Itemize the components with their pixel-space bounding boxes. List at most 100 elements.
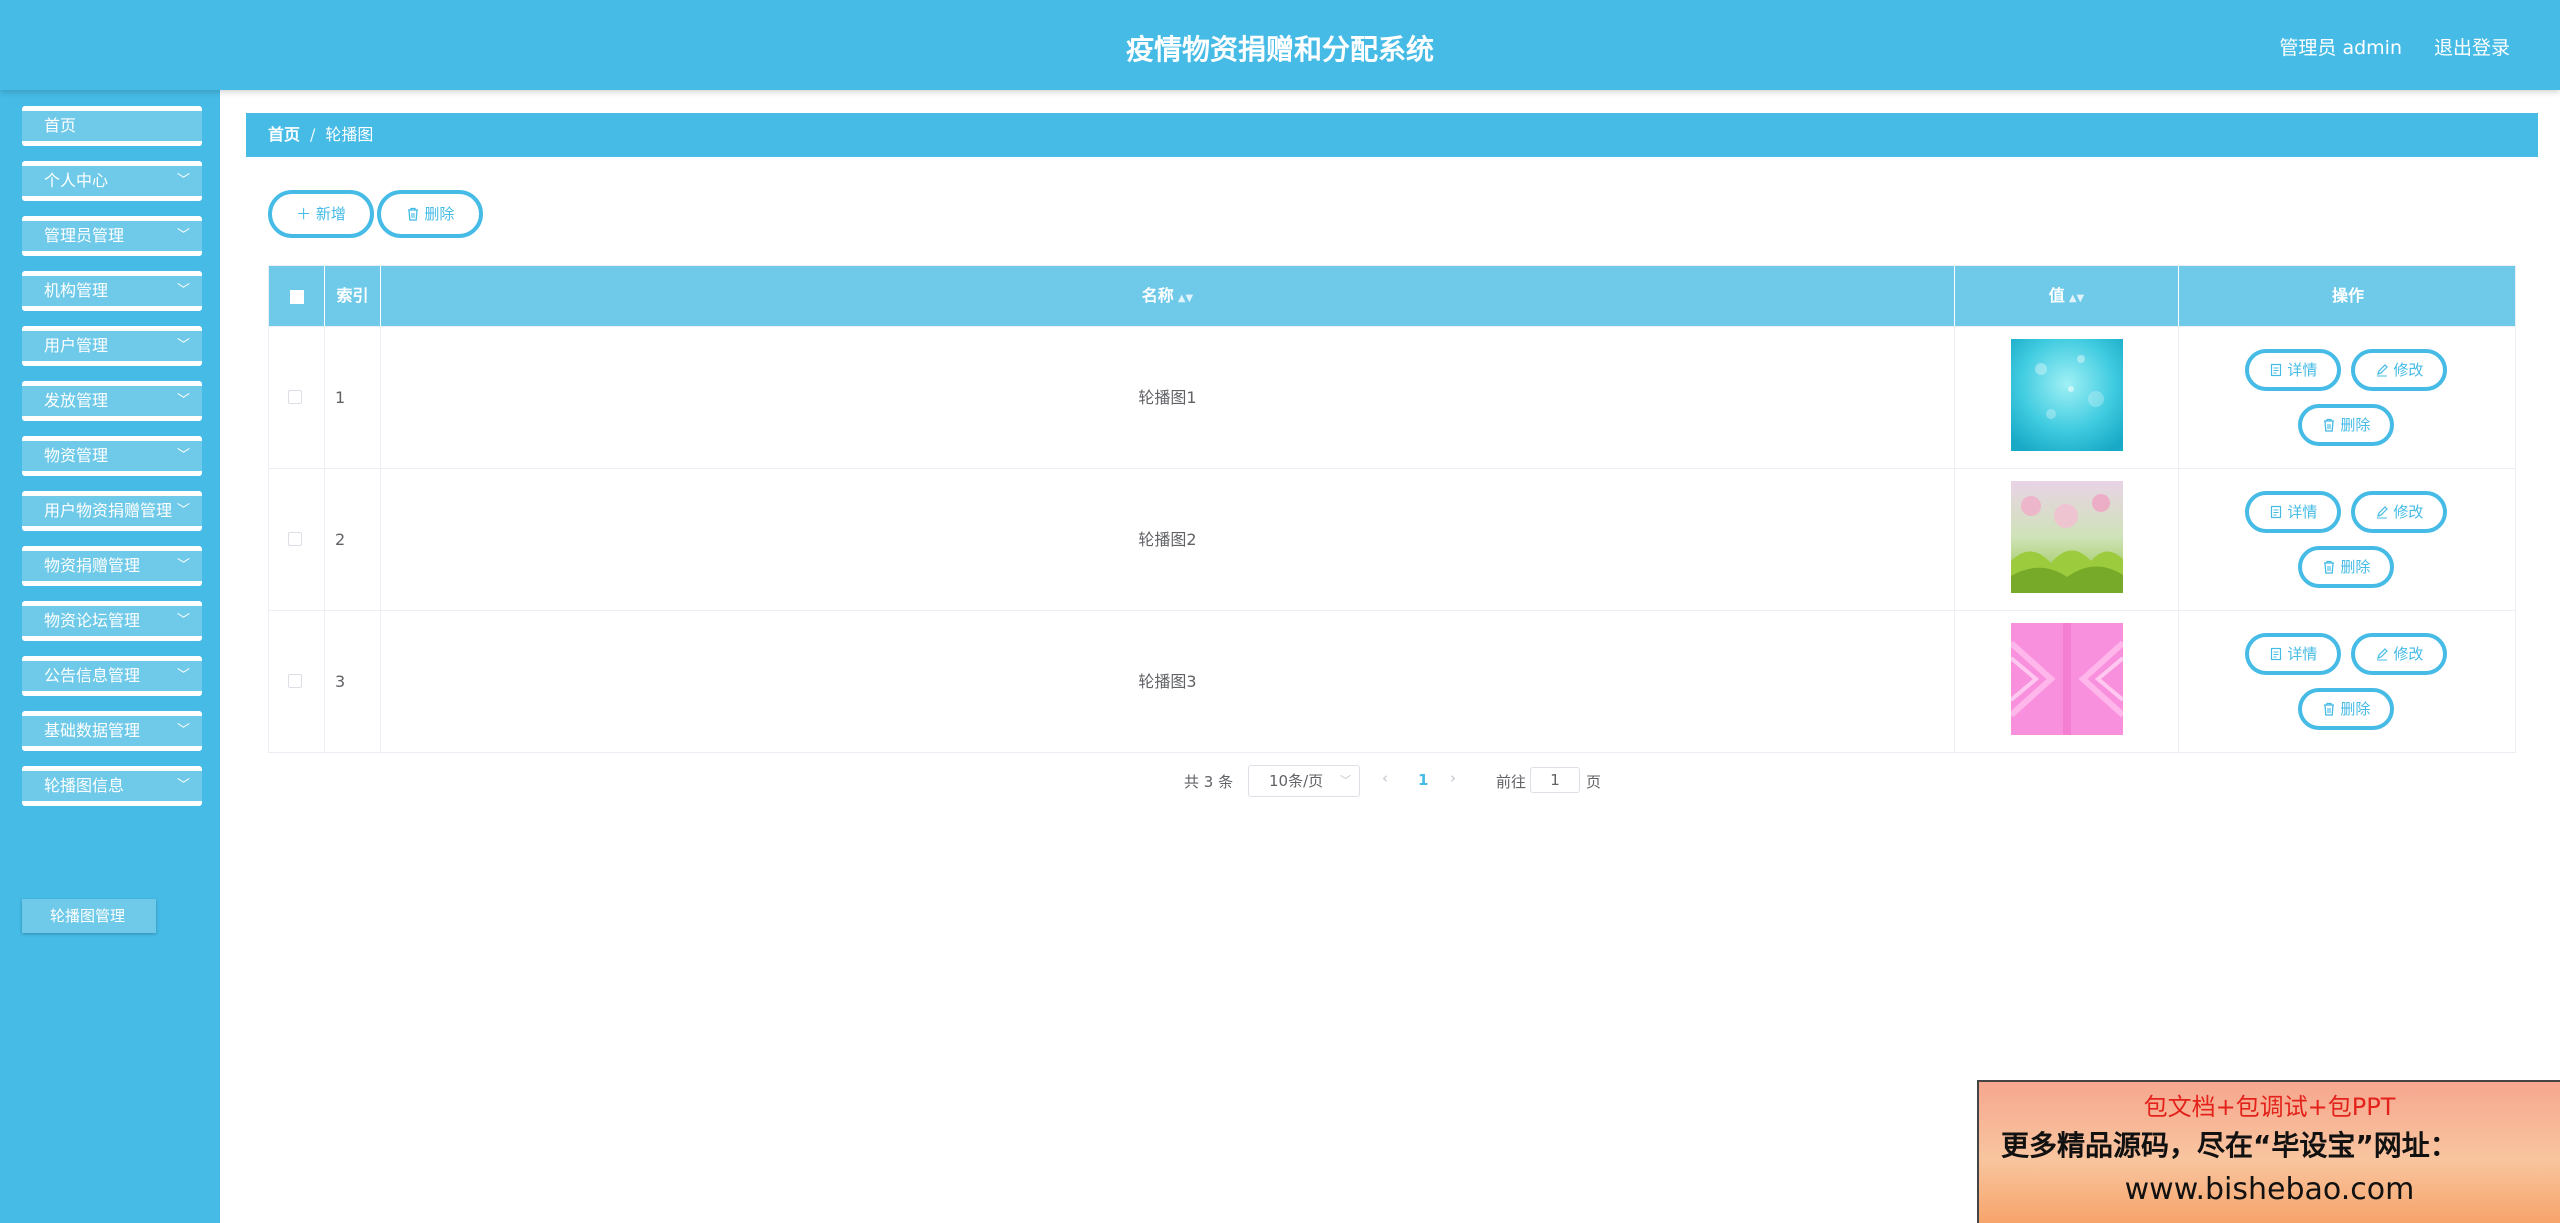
- detail-button-label: 详情: [2287, 645, 2318, 663]
- table-header: 索引 名称 ▲▼ 值 ▲▼ 操作: [269, 266, 2515, 326]
- sidebar-item-forum-management[interactable]: 物资论坛管理 ﹀: [22, 601, 202, 641]
- row-name: 轮播图3: [381, 611, 1955, 753]
- breadcrumb-separator: /: [310, 125, 316, 144]
- sidebar-item-label: 个人中心: [44, 171, 109, 190]
- breadcrumb-home[interactable]: 首页: [268, 125, 300, 144]
- delete-button-label: 删除: [2340, 558, 2371, 576]
- edit-button[interactable]: 修改: [2351, 491, 2447, 533]
- select-all-checkbox[interactable]: [289, 289, 304, 304]
- sidebar-item-personal-center[interactable]: 个人中心 ﹀: [22, 161, 202, 201]
- delete-button-label: 删除: [2340, 700, 2371, 718]
- chevron-down-icon: ﹀: [176, 173, 190, 188]
- sidebar-item-label: 用户物资捐赠管理: [44, 501, 173, 520]
- column-header-value[interactable]: 值 ▲▼: [1955, 266, 2179, 326]
- sidebar-item-label: 物资管理: [44, 446, 109, 465]
- sidebar-item-label: 发放管理: [44, 391, 109, 410]
- carousel-image-thumbnail[interactable]: [2011, 481, 2123, 593]
- page-number[interactable]: 1: [1418, 771, 1428, 789]
- row-actions: 详情 修改 删除: [2179, 327, 2517, 469]
- trash-icon: [406, 205, 425, 223]
- sidebar-item-label: 物资捐赠管理: [44, 556, 141, 575]
- sort-icon[interactable]: ▲▼: [2069, 293, 2084, 304]
- sidebar-item-label: 基础数据管理: [44, 721, 141, 740]
- chevron-down-icon: ﹀: [176, 283, 190, 298]
- detail-button-label: 详情: [2287, 361, 2318, 379]
- sidebar-item-notice-management[interactable]: 公告信息管理 ﹀: [22, 656, 202, 696]
- detail-button[interactable]: 详情: [2245, 349, 2341, 391]
- sidebar-item-org-management[interactable]: 机构管理 ﹀: [22, 271, 202, 311]
- document-icon: [2269, 503, 2283, 521]
- document-icon: [2269, 361, 2283, 379]
- detail-button[interactable]: 详情: [2245, 491, 2341, 533]
- edit-button-label: 修改: [2393, 503, 2424, 521]
- select-all-cell: [269, 266, 325, 326]
- row-select-cell: [269, 327, 325, 469]
- sidebar-item-user-management[interactable]: 用户管理 ﹀: [22, 326, 202, 366]
- detail-button-label: 详情: [2287, 503, 2318, 521]
- chevron-down-icon: ﹀: [176, 338, 190, 353]
- pagination: 共 3 条 10条/页 ﹀ ‹ 1 › 前往 页: [0, 765, 2560, 797]
- batch-delete-button[interactable]: 删除: [377, 190, 483, 238]
- delete-button-label: 删除: [2340, 416, 2371, 434]
- delete-button[interactable]: 删除: [2298, 688, 2394, 730]
- add-button-label: 新增: [315, 205, 346, 223]
- row-checkbox[interactable]: [288, 674, 302, 688]
- batch-delete-label: 删除: [424, 205, 455, 223]
- add-button[interactable]: ＋ 新增: [268, 190, 374, 238]
- row-actions: 详情 修改 删除: [2179, 469, 2517, 611]
- chevron-down-icon: ﹀: [176, 723, 190, 738]
- row-checkbox[interactable]: [288, 532, 302, 546]
- row-index: 2: [325, 469, 381, 611]
- sidebar: 首页 个人中心 ﹀ 管理员管理 ﹀ 机构管理 ﹀ 用户管理 ﹀ 发放管理 ﹀ 物资管理 ﹀ 用户物资捐赠管…: [0, 90, 220, 1223]
- carousel-image-thumbnail[interactable]: [2011, 339, 2123, 451]
- carousel-image-thumbnail[interactable]: [2011, 623, 2123, 735]
- sidebar-item-distribution-management[interactable]: 发放管理 ﹀: [22, 381, 202, 421]
- plus-icon: ＋: [296, 205, 312, 223]
- sidebar-item-base-data-management[interactable]: 基础数据管理 ﹀: [22, 711, 202, 751]
- sidebar-item-admin-management[interactable]: 管理员管理 ﹀: [22, 216, 202, 256]
- sidebar-item-label: 机构管理: [44, 281, 109, 300]
- current-user-label: 管理员 admin: [2279, 37, 2402, 59]
- promo-line-2: 更多精品源码，尽在“毕设宝”网址：: [2001, 1129, 2458, 1162]
- row-checkbox[interactable]: [288, 390, 302, 404]
- logout-link[interactable]: 退出登录: [2434, 33, 2510, 60]
- goto-page-input[interactable]: [1530, 767, 1580, 793]
- next-page-icon[interactable]: ›: [1450, 769, 1456, 787]
- row-name: 轮播图2: [381, 469, 1955, 611]
- sidebar-item-supplies-management[interactable]: 物资管理 ﹀: [22, 436, 202, 476]
- column-header-actions: 操作: [2331, 286, 2364, 305]
- detail-button[interactable]: 详情: [2245, 633, 2341, 675]
- row-value-cell: [1955, 327, 2179, 469]
- trash-icon: [2322, 700, 2336, 718]
- sidebar-item-home[interactable]: 首页: [22, 106, 202, 146]
- column-header-value-label: 值: [2048, 286, 2065, 305]
- row-index: 1: [325, 327, 381, 469]
- edit-icon: [2375, 503, 2389, 521]
- trash-icon: [2322, 558, 2336, 576]
- prev-page-icon[interactable]: ‹: [1382, 769, 1388, 787]
- page-size-select[interactable]: 10条/页 ﹀: [1248, 765, 1360, 797]
- edit-button[interactable]: 修改: [2351, 633, 2447, 675]
- promo-line-1: 包文档+包调试+包PPT: [2143, 1093, 2396, 1121]
- submenu-item-carousel-management[interactable]: 轮播图管理: [22, 899, 156, 933]
- chevron-down-icon: ﹀: [176, 503, 190, 518]
- row-value-cell: [1955, 469, 2179, 611]
- chevron-down-icon: ﹀: [176, 228, 190, 243]
- app-title: 疫情物资捐赠和分配系统: [1125, 33, 1434, 66]
- breadcrumb: 首页 / 轮播图: [246, 113, 2538, 157]
- promo-line-3: www.bishebao.com: [2124, 1172, 2415, 1207]
- row-select-cell: [269, 469, 325, 611]
- column-header-index: 索引: [325, 266, 381, 326]
- sort-icon[interactable]: ▲▼: [1178, 293, 1193, 304]
- delete-button[interactable]: 删除: [2298, 546, 2394, 588]
- edit-icon: [2375, 361, 2389, 379]
- column-header-name-label: 名称: [1141, 286, 1174, 305]
- edit-button[interactable]: 修改: [2351, 349, 2447, 391]
- delete-button[interactable]: 删除: [2298, 404, 2394, 446]
- sidebar-item-donation-management[interactable]: 物资捐赠管理 ﹀: [22, 546, 202, 586]
- column-header-name[interactable]: 名称 ▲▼: [381, 266, 1955, 326]
- row-select-cell: [269, 611, 325, 753]
- sidebar-item-user-donation-management[interactable]: 用户物资捐赠管理 ﹀: [22, 491, 202, 531]
- top-header: 疫情物资捐赠和分配系统 管理员 admin 退出登录: [0, 0, 2560, 90]
- page-suffix: 页: [1586, 773, 1602, 791]
